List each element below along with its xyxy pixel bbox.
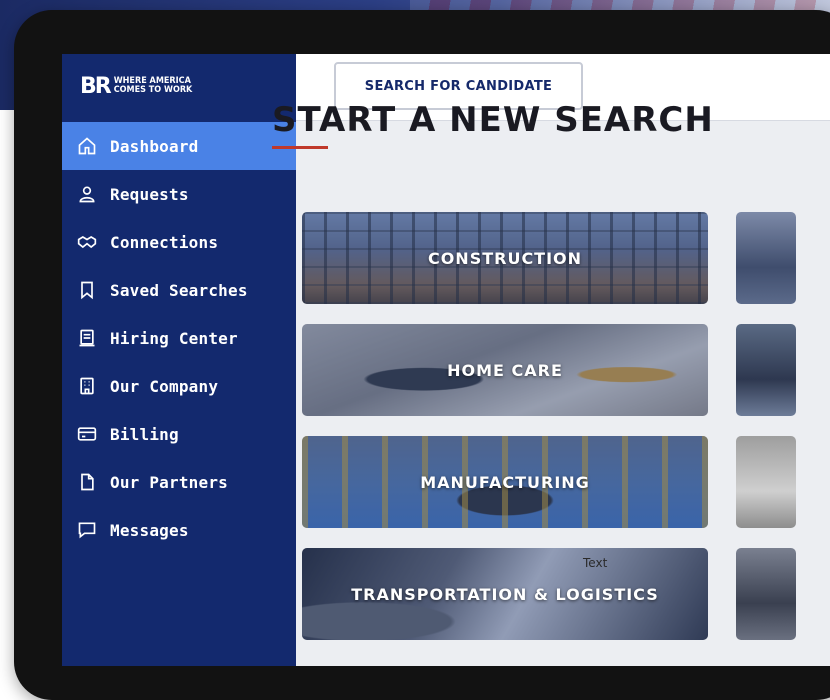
sidebar-item-our-partners[interactable]: Our Partners	[62, 458, 296, 506]
title-underline	[272, 146, 328, 149]
credit-card-icon	[76, 423, 98, 445]
sidebar-item-label: Connections	[110, 232, 219, 252]
category-card-right-4[interactable]	[736, 548, 796, 640]
sidebar-item-label: Dashboard	[110, 136, 199, 156]
building-icon	[76, 375, 98, 397]
sidebar-item-requests[interactable]: Requests	[62, 170, 296, 218]
category-card-right-2[interactable]	[736, 324, 796, 416]
brand-tagline-line2: COMES TO WORK	[113, 85, 193, 95]
sidebar-item-label: Our Company	[110, 376, 219, 396]
handshake-icon	[76, 231, 98, 253]
sidebar-item-dashboard[interactable]: Dashboard	[62, 122, 296, 170]
document-icon	[76, 327, 98, 349]
category-card-transportation-logistics[interactable]: TRANSPORTATION & LOGISTICS	[302, 548, 708, 640]
category-label: MANUFACTURING	[420, 472, 590, 492]
sidebar-item-label: Requests	[110, 184, 189, 204]
category-card-manufacturing[interactable]: MANUFACTURING	[302, 436, 708, 528]
sidebar-item-connections[interactable]: Connections	[62, 218, 296, 266]
category-label: HOME CARE	[447, 360, 563, 380]
sidebar: BR WHERE AMERICA COMES TO WORK Dashboard	[62, 54, 296, 666]
brand-logo[interactable]: BR WHERE AMERICA COMES TO WORK	[80, 70, 192, 102]
home-icon	[76, 135, 98, 157]
sidebar-item-label: Hiring Center	[110, 328, 238, 348]
category-label: CONSTRUCTION	[427, 248, 583, 268]
sidebar-item-saved-searches[interactable]: Saved Searches	[62, 266, 296, 314]
category-card-home-care[interactable]: HOME CARE	[302, 324, 708, 416]
sidebar-item-label: Billing	[110, 424, 179, 444]
file-icon	[76, 471, 98, 493]
category-card-construction[interactable]: CONSTRUCTION	[302, 212, 708, 304]
category-card-right-1[interactable]	[736, 212, 796, 304]
sidebar-nav: Dashboard Requests Connections Saved Sea…	[62, 122, 296, 554]
sidebar-item-label: Our Partners	[110, 472, 228, 492]
sidebar-item-our-company[interactable]: Our Company	[62, 362, 296, 410]
user-icon	[76, 183, 98, 205]
category-card-right-3[interactable]	[736, 436, 796, 528]
sidebar-item-hiring-center[interactable]: Hiring Center	[62, 314, 296, 362]
chat-icon	[76, 519, 98, 541]
sidebar-item-billing[interactable]: Billing	[62, 410, 296, 458]
sidebar-item-label: Saved Searches	[110, 280, 248, 300]
bookmark-icon	[76, 279, 98, 301]
brand-tagline: WHERE AMERICA COMES TO WORK	[114, 77, 193, 95]
category-label: TRANSPORTATION & LOGISTICS	[351, 584, 659, 604]
sidebar-item-label: Messages	[110, 520, 189, 540]
brand-mark: BR	[80, 73, 112, 99]
page-title: START A NEW SEARCH	[272, 100, 714, 140]
sidebar-item-messages[interactable]: Messages	[62, 506, 296, 554]
overlay-text: Text	[583, 556, 608, 570]
